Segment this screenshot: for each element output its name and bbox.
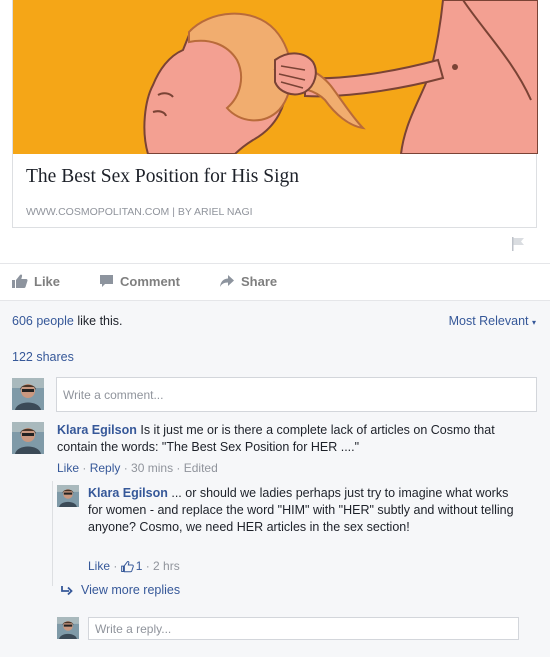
action-bar: Like Comment Share [0,266,550,296]
share-label: Share [241,273,278,289]
article-source: WWW.COSMOPOLITAN.COM | BY ARIEL NAGI [26,206,253,218]
avatar[interactable] [57,617,79,639]
article-illustration[interactable] [13,0,538,154]
likes-summary: 606 people like this. [12,314,123,328]
comment-like-link[interactable]: Like [57,461,79,475]
sort-label: Most Relevant [448,314,529,328]
share-button[interactable]: Share [219,272,277,290]
view-more-replies-label: View more replies [81,583,181,597]
thumbs-up-icon [12,274,28,288]
comment-body: Klara Egilson Is it just me or is there … [57,422,527,456]
article-title[interactable]: The Best Sex Position for His Sign [26,166,299,188]
comment-icon [100,275,113,287]
avatar[interactable] [57,485,79,507]
link-preview-card[interactable]: The Best Sex Position for His Sign WWW.C… [12,0,538,228]
thread-line [52,481,53,586]
reply-meta: Like · 1 · 2 hrs [88,559,180,573]
reply-like-count[interactable]: 1 [136,559,143,573]
reply-time[interactable]: 2 hrs [153,559,180,573]
comment-meta: Like · Reply · 30 mins · Edited [57,461,218,475]
sort-dropdown[interactable]: Most Relevant ▾ [449,314,536,328]
like-label: Like [34,273,61,289]
likes-suffix: like this. [73,314,123,328]
reply-arrow-icon [61,585,73,595]
comment-input[interactable]: Write a comment... [56,377,537,412]
comment-time[interactable]: 30 mins [131,461,173,475]
view-more-replies-link[interactable]: View more replies [60,583,180,597]
flag-icon[interactable] [510,236,526,252]
caret-down-icon: ▾ [531,318,536,327]
reply-author[interactable]: Klara Egilson [88,486,168,500]
comment-label: Comment [120,273,180,289]
like-count-icon [120,560,134,572]
comments-section: 606 people like this. Most Relevant ▾ 12… [0,301,550,657]
comment-author[interactable]: Klara Egilson [57,423,137,437]
avatar[interactable] [12,422,44,454]
comment-edited[interactable]: Edited [184,461,218,475]
comment-reply-link[interactable]: Reply [90,461,121,475]
reply-input[interactable]: Write a reply... [88,617,519,640]
like-button[interactable]: Like [12,272,60,290]
reply-body: Klara Egilson ... or should we ladies pe… [88,485,520,536]
divider [0,263,550,264]
shares-link[interactable]: 122 shares [12,350,74,364]
avatar[interactable] [12,378,44,410]
share-icon [220,275,234,287]
comment-button[interactable]: Comment [99,272,180,290]
likes-count-link[interactable]: 606 people [12,314,74,328]
reply-like-link[interactable]: Like [88,559,110,573]
